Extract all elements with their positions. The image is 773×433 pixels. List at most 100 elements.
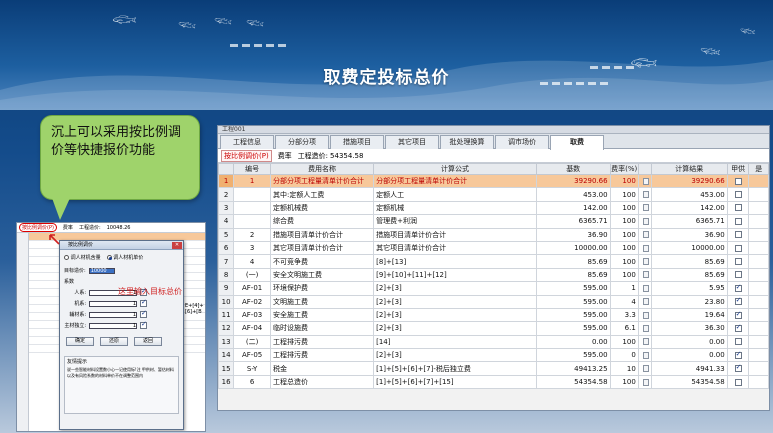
scale-price-button[interactable]: 按比例调价(P) [221,149,272,162]
row-name[interactable]: 分部分项工程量清单计价合计 [270,173,375,189]
rate-picker-icon[interactable] [642,217,649,225]
row-rate[interactable]: 100 [609,334,639,350]
rate-picker[interactable] [637,307,652,323]
supply-checkbox[interactable] [734,323,742,332]
rate-picker[interactable] [637,361,652,376]
radio-content[interactable]: 调人材机含量 [64,254,101,261]
rate-picker-icon[interactable] [642,204,649,212]
rate-picker[interactable] [637,267,652,283]
supply-cell[interactable] [726,227,750,242]
supply-checkbox[interactable] [734,350,742,359]
row-code[interactable]: AF-02 [233,294,272,309]
radio-price[interactable]: 调人材机单价 [106,254,143,261]
row-name[interactable]: 工程排污费 [270,334,375,350]
rate-picker[interactable] [637,227,652,242]
row-name[interactable]: 安全文明施工费 [270,267,375,283]
rate-picker-icon[interactable] [642,311,649,319]
supply-checkbox[interactable] [734,258,742,266]
rate-picker[interactable] [637,374,652,390]
aux-coef-input[interactable]: 1 [89,311,137,318]
supply-checkbox[interactable] [734,231,742,239]
rate-label[interactable]: 费率 [278,151,292,161]
rate-picker[interactable] [637,321,652,336]
row-formula[interactable]: [1]+[5]+[6]+[7]+[15] [373,374,537,390]
row-rate[interactable]: 4 [609,294,639,309]
row-name[interactable]: 措施项目清单计价合计 [270,227,375,242]
rate-picker-icon[interactable] [642,271,649,279]
row-formula[interactable]: 其它项目清单计价合计 [373,240,537,256]
row-base[interactable]: 36.90 [535,227,611,242]
row-base[interactable]: 49413.25 [535,361,611,376]
tab-5[interactable]: 调市场价 [495,135,549,149]
tab-0[interactable]: 工程信息 [220,135,274,149]
row-code[interactable]: AF-05 [233,348,272,363]
rate-picker[interactable] [637,334,652,350]
rate-picker[interactable] [637,294,652,309]
row-code[interactable]: AF-03 [233,307,272,323]
supply-checkbox[interactable] [734,244,742,252]
row-code[interactable]: 4 [233,254,272,269]
row-rate[interactable]: 100 [609,254,639,269]
row-name[interactable]: 文明施工费 [270,294,375,309]
table-row[interactable]: 1 1 分部分项工程量清单计价合计 分部分项工程量清单计价合计 39290.66 100 3… [218,173,769,189]
table-row[interactable]: 15 S-Y 税金 [1]+[5]+[6]+[7]-税后独立费 49413.25 10 49… [218,361,769,376]
small-scale-button[interactable]: 按比例调价(P) [19,223,57,232]
row-name[interactable]: 安全施工费 [270,307,375,323]
row-formula[interactable]: [1]+[5]+[6]+[7]-税后独立费 [373,361,537,376]
table-row[interactable]: 14 AF-05 工程排污费 [2]+[3] 595.00 0 0.00 [218,348,769,363]
rate-picker-icon[interactable] [642,324,649,332]
tab-6[interactable]: 取费 [550,135,604,150]
row-code[interactable]: S-Y [233,361,272,376]
row-formula[interactable]: 分部分项工程量清单计价合计 [373,173,537,189]
supply-checkbox[interactable] [734,310,742,319]
row-formula[interactable]: [8]+[13] [373,254,537,269]
table-row[interactable]: 4 综合费 管理费+利润 6365.71 100 6365.71 [218,214,769,229]
supply-checkbox[interactable] [734,217,742,225]
row-rate[interactable]: 100 [609,214,639,229]
aux-checkbox[interactable] [140,309,147,318]
tab-4[interactable]: 批处理换算 [440,135,494,149]
row-name[interactable]: 不可竞争费 [270,254,375,269]
rate-picker[interactable] [637,214,652,229]
supply-cell[interactable] [726,321,750,336]
supply-cell[interactable] [726,374,750,390]
row-rate[interactable]: 100 [609,173,639,189]
supply-cell[interactable] [726,334,750,350]
supply-cell[interactable] [726,348,750,363]
rate-picker[interactable] [637,281,652,296]
rate-picker[interactable] [637,187,652,202]
row-code[interactable] [233,214,272,229]
supply-cell[interactable] [726,307,750,323]
row-name[interactable]: 工程排污费 [270,348,375,363]
table-row[interactable]: 5 2 措施项目清单计价合计 措施项目清单计价合计 36.90 100 36.90 [218,227,769,242]
row-rate[interactable]: 1 [609,281,639,296]
tab-3[interactable]: 其它项目 [385,135,439,149]
row-base[interactable]: 595.00 [535,281,611,296]
ok-button[interactable]: 确定 [66,337,94,346]
tab-1[interactable]: 分部分项 [275,135,329,149]
tab-2[interactable]: 措施项目 [330,135,384,149]
supply-checkbox[interactable] [734,204,742,212]
rate-picker[interactable] [637,200,652,216]
row-formula[interactable]: 定额人工 [373,187,537,202]
table-row[interactable]: 8 (一) 安全文明施工费 [9]+[10]+[11]+[12] 85.69 100 85.… [218,267,769,283]
row-rate[interactable]: 100 [609,240,639,256]
table-row[interactable]: 13 (二) 工程排污费 [14] 0.00 100 0.00 [218,334,769,350]
row-code[interactable] [233,200,272,216]
row-rate[interactable]: 0 [609,348,639,363]
row-name[interactable]: 其中:定额人工费 [270,187,375,202]
row-code[interactable]: 1 [233,173,272,189]
row-formula[interactable]: [2]+[3] [373,281,537,296]
row-code[interactable]: 3 [233,240,272,256]
rate-picker-icon[interactable] [642,351,649,359]
rate-picker-icon[interactable] [642,365,649,373]
row-formula[interactable]: [2]+[3] [373,294,537,309]
rate-picker-icon[interactable] [642,177,649,185]
row-formula[interactable]: [2]+[3] [373,348,537,363]
row-base[interactable]: 595.00 [535,321,611,336]
row-formula[interactable]: 措施项目清单计价合计 [373,227,537,242]
supply-cell[interactable] [726,173,750,189]
row-rate[interactable]: 100 [609,227,639,242]
table-row[interactable]: 6 3 其它项目清单计价合计 其它项目清单计价合计 10000.00 100 10000.0… [218,240,769,256]
main-coef-input[interactable]: 1 [89,322,137,329]
